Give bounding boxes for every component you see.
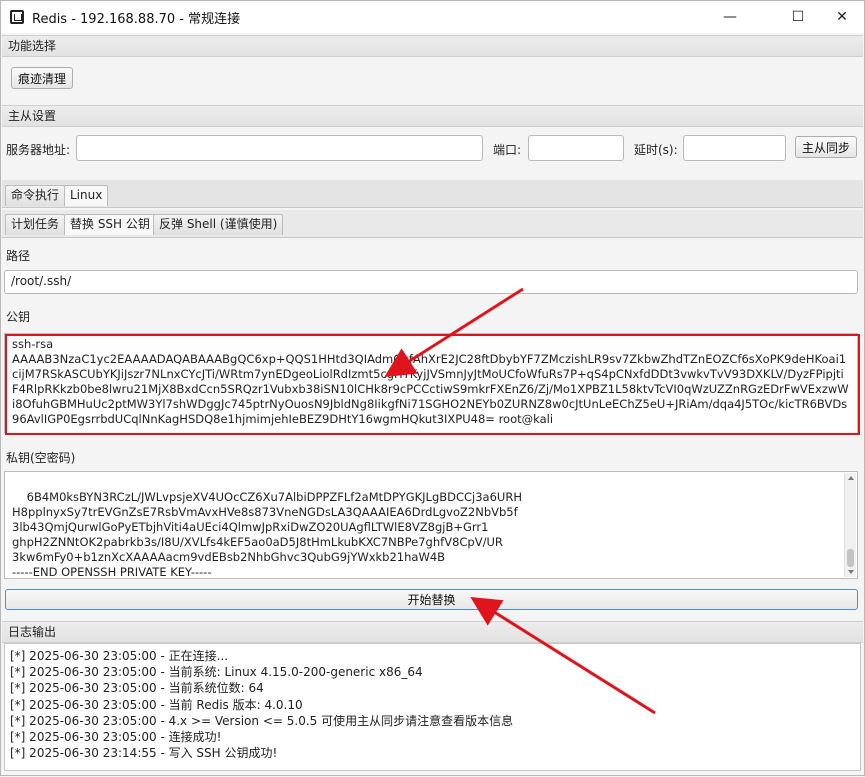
tab-linux[interactable]: Linux xyxy=(64,185,109,206)
delay-input[interactable] xyxy=(683,135,786,161)
redis-app-icon xyxy=(10,10,24,24)
start-replace-button[interactable]: 开始替换 xyxy=(5,589,858,610)
log-line: [*] 2025-06-30 23:05:00 - 4.x >= Version… xyxy=(10,713,514,728)
public-key-label: 公钥 xyxy=(6,310,31,324)
app-window: Redis - 192.168.88.70 - 常规连接 — ☐ ✕ 功能选择 … xyxy=(0,0,865,776)
tab-command-exec[interactable]: 命令执行 xyxy=(5,185,66,206)
public-key-textarea[interactable]: ssh-rsa AAAAB3NzaC1yc2EAAAADAQABAAABgQC6… xyxy=(4,333,858,434)
log-line: [*] 2025-06-30 23:05:00 - 当前 Redis 版本: 4… xyxy=(10,697,303,712)
port-label: 端口: xyxy=(493,143,522,157)
delay-label: 延时(s): xyxy=(634,143,678,157)
log-line: [*] 2025-06-30 23:05:00 - 连接成功! xyxy=(10,730,222,745)
port-input[interactable] xyxy=(528,135,624,161)
trace-clean-button[interactable]: 痕迹清理 xyxy=(11,67,73,89)
linux-sub-tab-strip: 计划任务 替换 SSH 公钥 反弹 Shell (谨慎使用) xyxy=(2,210,863,238)
tab-cron-task[interactable]: 计划任务 xyxy=(5,214,66,235)
log-line: [*] 2025-06-30 23:05:00 - 正在连接... xyxy=(10,649,229,663)
scroll-down-arrow-icon[interactable] xyxy=(848,570,854,574)
master-slave-sync-button[interactable]: 主从同步 xyxy=(795,136,857,158)
private-key-text: 6B4M0ksBYN3RCzL/JWLvpsjeXV4UOcCZ6Xu7Albi… xyxy=(12,490,522,579)
main-tab-strip: 命令执行 Linux xyxy=(2,180,863,208)
log-line: [*] 2025-06-30 23:05:00 - 当前系统: Linux 4.… xyxy=(10,665,423,680)
title-bar: Redis - 192.168.88.70 - 常规连接 — ☐ ✕ xyxy=(1,1,864,33)
log-line: [*] 2025-06-30 23:05:00 - 当前系统位数: 64 xyxy=(10,681,264,696)
private-key-textarea[interactable]: 6B4M0ksBYN3RCzL/JWLvpsjeXV4UOcCZ6Xu7Albi… xyxy=(4,471,858,579)
log-line: [*] 2025-06-30 23:14:55 - 写入 SSH 公钥成功! xyxy=(10,746,278,761)
functions-section-header: 功能选择 xyxy=(2,35,863,57)
scroll-thumb[interactable] xyxy=(847,549,854,567)
path-input[interactable]: /root/.ssh/ xyxy=(4,270,858,294)
server-address-label: 服务器地址: xyxy=(6,143,71,157)
master-slave-section-header: 主从设置 xyxy=(2,105,863,127)
log-section-header: 日志输出 xyxy=(2,621,863,643)
private-key-scrollbar[interactable] xyxy=(844,473,856,577)
window-title: Redis - 192.168.88.70 - 常规连接 xyxy=(32,11,241,27)
minimize-button[interactable]: — xyxy=(707,1,753,33)
maximize-button[interactable]: ☐ xyxy=(775,1,821,33)
close-button[interactable]: ✕ xyxy=(819,1,865,33)
tab-replace-ssh-key[interactable]: 替换 SSH 公钥 xyxy=(64,214,156,235)
scroll-up-arrow-icon[interactable] xyxy=(848,476,854,480)
private-key-label: 私钥(空密码) xyxy=(6,451,76,465)
server-address-input[interactable] xyxy=(76,135,483,161)
log-output-panel: [*] 2025-06-30 23:05:00 - 正在连接... [*] 20… xyxy=(4,643,861,771)
path-label: 路径 xyxy=(6,249,31,263)
tab-reverse-shell[interactable]: 反弹 Shell (谨慎使用) xyxy=(153,214,284,235)
